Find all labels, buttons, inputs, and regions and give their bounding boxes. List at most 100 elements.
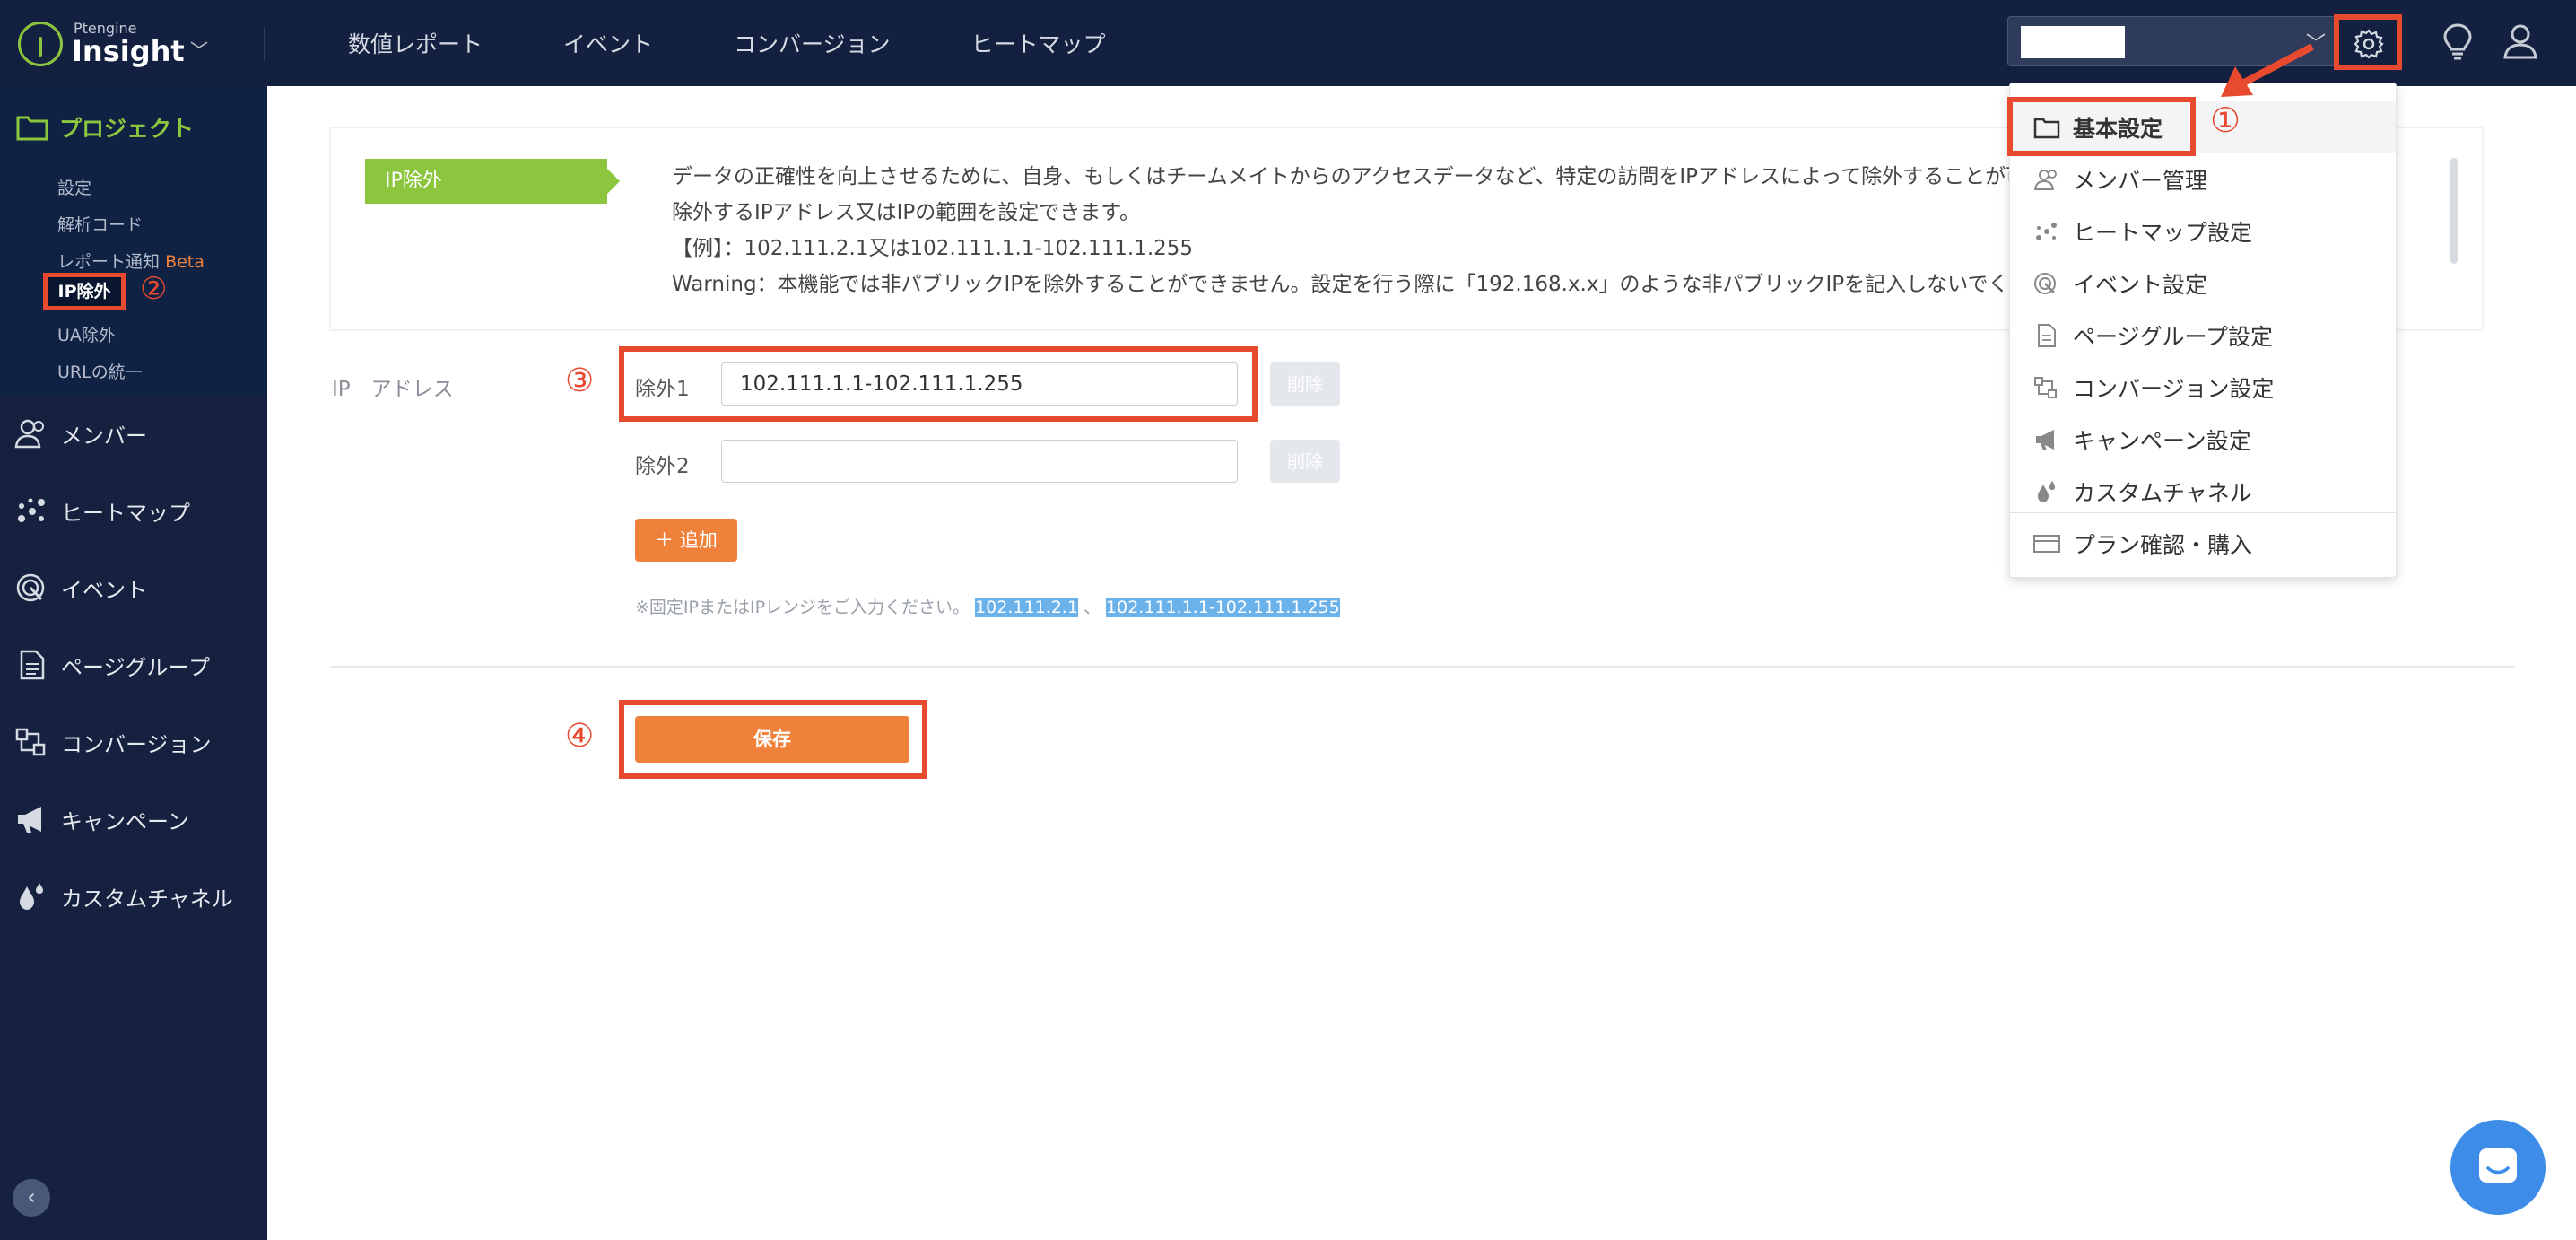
members-icon: [2033, 170, 2057, 190]
form-divider: [330, 666, 2515, 668]
page-group-icon: [2038, 324, 2056, 347]
lightbulb-icon[interactable]: [2440, 22, 2476, 65]
sidebar-item-event[interactable]: イベント: [0, 549, 267, 626]
sidebar-sub-tracking-code[interactable]: 解析コード: [57, 207, 205, 244]
annotation-box-1: [2007, 97, 2196, 156]
nav-event[interactable]: イベント: [563, 27, 653, 59]
annotation-1: ①: [2210, 100, 2241, 140]
sidebar-item-campaign[interactable]: キャンペーン: [0, 781, 267, 858]
menu-item-label: ページグループ設定: [2073, 324, 2274, 350]
menu-page-group-settings[interactable]: ページグループ設定: [2010, 310, 2396, 362]
sidebar-item-conversion[interactable]: コンバージョン: [0, 703, 267, 781]
logo-bulb-icon: [18, 22, 63, 66]
menu-plan-purchase[interactable]: プラン確認・購入: [2010, 518, 2396, 570]
menu-item-label: コンバージョン設定: [2073, 376, 2275, 402]
heatmap-dots-icon: [18, 498, 45, 522]
menu-heatmap-settings[interactable]: ヒートマップ設定: [2010, 205, 2396, 258]
sidebar-item-custom-channel[interactable]: カスタムチャネル: [0, 858, 267, 935]
menu-item-label: イベント設定: [2073, 272, 2208, 298]
menu-item-label: メンバー管理: [2073, 168, 2208, 194]
menu-item-label: ヒートマップ設定: [2073, 220, 2253, 246]
annotation-4: ④: [565, 718, 595, 755]
ip-format-hint: ※固定IPまたはIPレンジをご入力ください。 102.111.2.1 、 102…: [635, 594, 1340, 618]
sidebar-item-members[interactable]: メンバー: [0, 395, 267, 472]
droplet-icon: [20, 883, 43, 910]
hint-example-1: 102.111.2.1: [975, 598, 1078, 617]
menu-member-management[interactable]: メンバー管理: [2010, 153, 2396, 205]
sidebar-sub-ua-exclusion[interactable]: UA除外: [57, 318, 205, 354]
nav-heatmap[interactable]: ヒートマップ: [971, 27, 1106, 59]
chat-widget-button[interactable]: [2450, 1120, 2546, 1215]
menu-campaign-settings[interactable]: キャンペーン設定: [2010, 414, 2396, 466]
sidebar-project-header[interactable]: プロジェクト: [16, 111, 194, 144]
top-divider: [264, 27, 265, 61]
menu-separator: [2010, 512, 2396, 513]
sidebar-sub-settings[interactable]: 設定: [57, 170, 205, 207]
sidebar-item-label: カスタムチャネル: [61, 886, 233, 912]
chat-icon: [2479, 1148, 2517, 1183]
section-tag: IP除外: [365, 159, 620, 204]
top-bar: Ptengine Insight ﹀ 数値レポート イベント コンバージョン ヒ…: [0, 0, 2576, 86]
sidebar-sub-ip-exclusion[interactable]: IP除外: [43, 273, 126, 310]
add-exclusion-button[interactable]: ＋ 追加: [635, 519, 737, 562]
sidebar-item-page-group[interactable]: ページグループ: [0, 626, 267, 703]
sidebar-item-label: メンバー: [61, 423, 147, 449]
menu-event-settings[interactable]: イベント設定: [2010, 258, 2396, 310]
event-target-icon: [16, 573, 45, 602]
annotation-3: ③: [565, 362, 595, 399]
project-name-mask: [2021, 26, 2125, 58]
members-icon: [14, 419, 44, 449]
menu-item-label: キャンペーン設定: [2073, 428, 2251, 454]
settings-button[interactable]: [2334, 14, 2402, 70]
sidebar: プロジェクト 設定 解析コード レポート通知 Beta . UA除外 URLの統…: [0, 86, 267, 1240]
droplet-icon: [2038, 481, 2055, 502]
annotation-arrow-icon: [2214, 39, 2321, 106]
sidebar-item-label: ヒートマップ: [61, 500, 190, 526]
hint-example-2: 102.111.1.1-102.111.1.255: [1106, 598, 1340, 617]
event-target-icon: [2034, 273, 2056, 294]
annotation-2: ②: [140, 271, 168, 307]
save-button[interactable]: 保存: [635, 716, 909, 763]
menu-conversion-settings[interactable]: コンバージョン設定: [2010, 362, 2396, 414]
project-section: プロジェクト 設定 解析コード レポート通知 Beta . UA除外 URLの統…: [0, 86, 267, 395]
sidebar-collapse-button[interactable]: ‹: [13, 1179, 50, 1217]
exclusion-1-label: 除外1: [635, 378, 690, 401]
card-icon: [2033, 535, 2060, 553]
sidebar-item-heatmap[interactable]: ヒートマップ: [0, 472, 267, 549]
nav-conversion[interactable]: コンバージョン: [734, 27, 891, 59]
sidebar-sub-url-unify[interactable]: URLの統一: [57, 354, 205, 391]
exclusion-1-input[interactable]: 102.111.1.1-102.111.1.255: [721, 362, 1238, 406]
menu-item-label: カスタムチャネル: [2073, 480, 2252, 506]
top-nav: 数値レポート イベント コンバージョン ヒートマップ: [348, 27, 1106, 59]
sidebar-project-label: プロジェクト: [59, 116, 195, 142]
nav-numeric-report[interactable]: 数値レポート: [348, 27, 483, 59]
menu-custom-channel[interactable]: カスタムチャネル: [2010, 466, 2396, 518]
sidebar-item-label: コンバージョン: [61, 731, 212, 757]
exclusion-2-input[interactable]: [721, 440, 1238, 483]
sidebar-items: メンバー ヒートマップ イベント ページグループ コンバージョン キャンペーン …: [0, 395, 267, 935]
exclusion-2-label: 除外2: [635, 455, 690, 478]
plus-icon: ＋: [655, 529, 674, 551]
info-scrollbar[interactable]: [2450, 158, 2458, 264]
megaphone-icon: [2036, 430, 2054, 450]
add-button-label: 追加: [679, 529, 718, 551]
ip-address-label: IP アドレス: [332, 378, 454, 401]
user-icon[interactable]: [2501, 22, 2540, 65]
settings-dropdown: 基本設定 メンバー管理 ヒートマップ設定 イベント設定 ページグループ設定 コン…: [2009, 83, 2397, 578]
heatmap-dots-icon: [2036, 223, 2057, 240]
page-group-icon: [20, 650, 45, 680]
hint-text: ※固定IPまたはIPレンジをご入力ください。: [635, 598, 970, 617]
app-logo[interactable]: Ptengine Insight ﹀: [18, 20, 215, 68]
conversion-icon: [2034, 377, 2057, 398]
conversion-icon: [15, 728, 46, 756]
exclusion-1-delete-button[interactable]: 削除: [1270, 362, 1340, 406]
megaphone-icon: [18, 807, 41, 833]
sidebar-item-label: ページグループ: [61, 654, 211, 680]
beta-badge: Beta: [165, 252, 205, 272]
sidebar-item-label: イベント: [61, 577, 147, 603]
exclusion-2-delete-button[interactable]: 削除: [1270, 440, 1340, 483]
menu-item-label: プラン確認・購入: [2073, 532, 2253, 558]
folder-icon: [16, 116, 48, 141]
sidebar-item-label: キャンペーン: [61, 808, 189, 834]
report-notice-label: レポート通知: [57, 252, 161, 272]
